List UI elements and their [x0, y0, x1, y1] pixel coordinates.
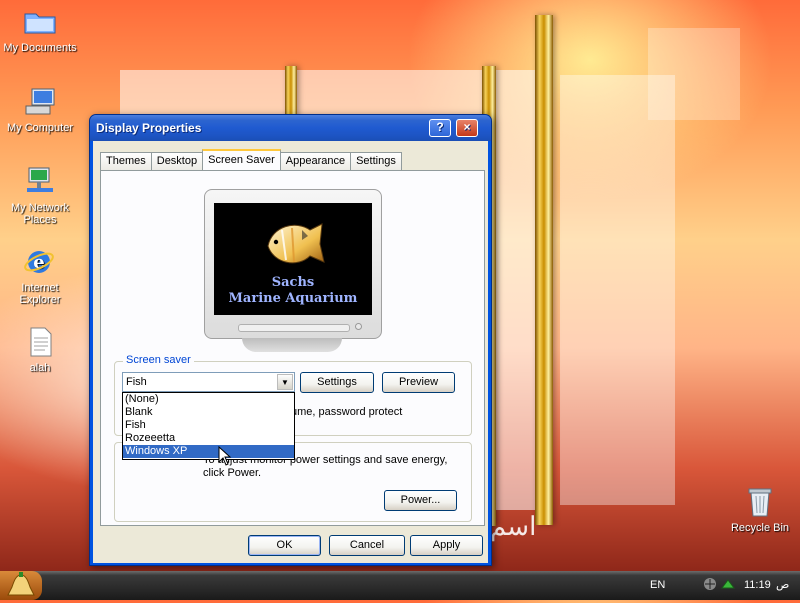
close-button[interactable]: × [456, 119, 478, 137]
desktop-icon-my-network-places[interactable]: My Network Places [0, 166, 80, 226]
system-tray: EN 11:19 ص [640, 571, 800, 600]
desktop-icon-label: My Documents [3, 42, 77, 54]
screen-saver-select-value: Fish [126, 376, 147, 388]
preview-title-line2: Marine Aquarium [228, 291, 358, 306]
ie-icon: e [23, 246, 57, 280]
recycle-bin-icon [743, 486, 777, 520]
mouse-cursor-icon [218, 446, 232, 466]
tab-desktop[interactable]: Desktop [150, 152, 204, 170]
monitor-bezel-bottom [238, 324, 350, 332]
wallpaper-glass-panel [648, 28, 740, 120]
taskbar: EN 11:19 ص [0, 571, 800, 600]
tab-screen-saver[interactable]: Screen Saver [202, 149, 281, 170]
fish-icon [267, 223, 325, 264]
tab-strip: Themes Desktop Screen Saver Appearance S… [100, 149, 402, 170]
screen-saver-panel: Sachs Marine Aquarium Screen saver To ad… [100, 170, 485, 526]
desktop-icon-label: Internet Explorer [19, 282, 61, 306]
preview-button[interactable]: Preview [382, 372, 455, 393]
folder-icon [23, 6, 57, 40]
start-button[interactable] [0, 571, 42, 600]
clock-ampm: ص [776, 579, 790, 591]
language-indicator[interactable]: EN [650, 579, 665, 591]
help-button[interactable]: ? [429, 119, 451, 137]
dropdown-option[interactable]: Blank [123, 406, 294, 419]
desktop-icon-label: My Computer [6, 122, 74, 134]
desktop-icon-label: My Network Places [10, 202, 70, 226]
chevron-down-icon[interactable]: ▼ [277, 374, 293, 390]
ok-button[interactable]: OK [248, 535, 321, 556]
desktop-icon-alah[interactable]: alah [0, 326, 80, 374]
tab-settings[interactable]: Settings [350, 152, 402, 170]
settings-button[interactable]: Settings [300, 372, 374, 393]
tab-themes[interactable]: Themes [100, 152, 152, 170]
dropdown-option[interactable]: Rozeeetta [123, 432, 294, 445]
clock[interactable]: 11:19 [744, 579, 771, 591]
power-description-line2: click Power. [203, 467, 262, 479]
window-titlebar[interactable]: Display Properties ? × [90, 115, 491, 141]
power-button[interactable]: Power... [384, 490, 457, 511]
password-protect-text: ume, password protect [291, 406, 403, 418]
safely-remove-tray-icon[interactable] [720, 576, 736, 592]
computer-icon [23, 86, 57, 120]
monitor-stand [242, 338, 342, 352]
wallpaper-glass-panel [560, 75, 675, 505]
screen-saver-dropdown-list: (None) Blank Fish Rozeeetta Windows XP [122, 392, 295, 460]
preview-screen: Sachs Marine Aquarium [214, 203, 372, 315]
text-file-icon [23, 326, 57, 360]
tab-appearance[interactable]: Appearance [279, 152, 352, 170]
dropdown-option-highlighted[interactable]: Windows XP [123, 445, 294, 458]
preview-title-line1: Sachs [271, 275, 315, 290]
network-icon [23, 166, 57, 200]
cancel-button[interactable]: Cancel [329, 535, 405, 556]
desktop-icon-recycle-bin[interactable]: Recycle Bin [720, 486, 800, 534]
dropdown-option[interactable]: (None) [123, 393, 294, 406]
desktop-icon-label: Recycle Bin [730, 522, 790, 534]
desktop-icon-my-documents[interactable]: My Documents [0, 6, 80, 54]
apply-button[interactable]: Apply [410, 535, 483, 556]
desktop-icon-internet-explorer[interactable]: e Internet Explorer [0, 246, 80, 306]
monitor-power-led [355, 323, 362, 330]
desktop-icon-label: alah [29, 362, 51, 374]
monitor-preview: Sachs Marine Aquarium [204, 189, 382, 339]
network-tray-icon[interactable] [702, 576, 718, 592]
screen-saver-select[interactable]: Fish ▼ [122, 372, 295, 392]
wallpaper-gold-pillar [535, 15, 553, 525]
start-logo-icon [7, 572, 35, 596]
wallpaper-calligraphy: اسم [490, 512, 537, 542]
window-title: Display Properties [96, 121, 202, 135]
screen-saver-group-label: Screen saver [123, 354, 194, 366]
dropdown-option[interactable]: Fish [123, 419, 294, 432]
desktop-icon-my-computer[interactable]: My Computer [0, 86, 80, 134]
